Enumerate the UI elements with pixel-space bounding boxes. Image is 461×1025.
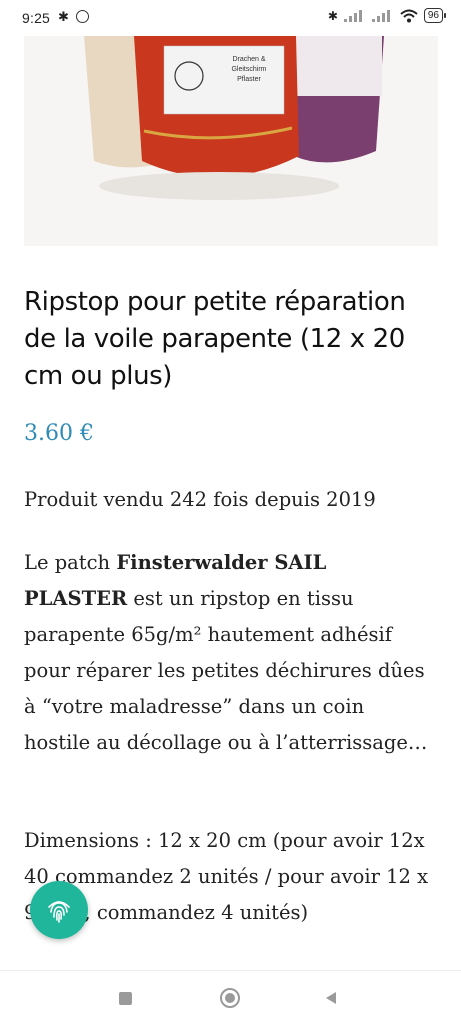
signal-icon-2 [371, 9, 390, 22]
signal-icon-1 [343, 9, 362, 22]
bluetooth-icon: ✱ [327, 8, 338, 23]
circle-status-icon [75, 10, 89, 23]
home-button[interactable] [219, 987, 241, 1009]
package-label-line1: Drachen & [232, 56, 265, 63]
sold-count-text: Produit vendu 242 fois depuis 2019 [24, 488, 376, 511]
recents-button[interactable] [114, 987, 136, 1009]
battery-icon: 96 [423, 8, 447, 23]
square-icon [118, 991, 132, 1005]
fingerprint-icon [48, 901, 70, 923]
description-prefix: Le patch [24, 551, 117, 574]
status-time: 9:25 [22, 10, 51, 26]
description-suffix: est un ripstop en tissu parapente 65g/m²… [24, 587, 428, 754]
status-bar: 9:25 ✱ ✱ 96 [0, 0, 461, 36]
product-description: Le patch Finsterwalder SAIL PLASTER est … [24, 545, 434, 761]
fan-icon: ✱ [58, 9, 69, 24]
notification-icons: ✱ [58, 9, 89, 25]
package-label-line3: Pflaster [237, 76, 261, 83]
fingerprint-fab-button[interactable] [30, 881, 88, 939]
sail-plaster-packages-illustration: Drachen & Gleitschirm Pflaster [24, 36, 438, 246]
package-label-line2: Gleitschirm [231, 66, 266, 73]
product-title: Ripstop pour petite réparation de la voi… [24, 287, 406, 391]
product-price: 3.60 € [24, 421, 94, 446]
product-image[interactable]: Drachen & Gleitschirm Pflaster [24, 36, 438, 246]
home-circle-icon [220, 988, 240, 1008]
system-navigation-bar [0, 970, 461, 1025]
wifi-icon [400, 9, 418, 22]
system-icons: ✱ 96 [327, 8, 447, 23]
back-button[interactable] [320, 987, 342, 1009]
back-triangle-icon [326, 992, 336, 1004]
